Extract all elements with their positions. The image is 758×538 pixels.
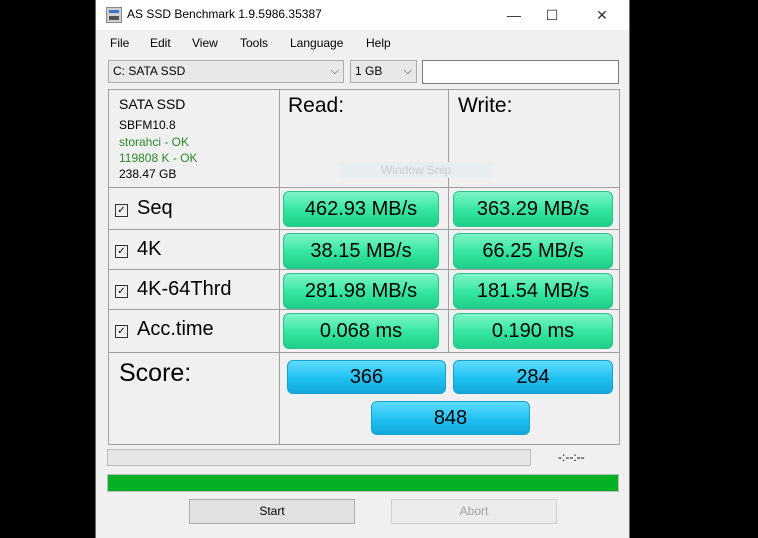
read-header: Read: bbox=[288, 94, 345, 117]
drive-select[interactable]: C: SATA SSD ⌵ bbox=[108, 60, 344, 83]
seq-checkbox[interactable]: ✓ bbox=[115, 204, 128, 217]
acc-checkbox[interactable]: ✓ bbox=[115, 325, 128, 338]
score-label: Score: bbox=[119, 359, 192, 387]
app-window: AS SSD Benchmark 1.9.5986.35387 — ☐ ✕ Fi… bbox=[95, 0, 630, 538]
seq-write-result: 363.29 MB/s bbox=[453, 191, 613, 227]
menu-edit[interactable]: Edit bbox=[150, 36, 171, 50]
elapsed-time: -:--:-- bbox=[558, 450, 585, 464]
app-drive-icon bbox=[106, 7, 122, 23]
test-progress-bar bbox=[107, 449, 531, 466]
row-acc-label-cell: ✓ Acc.time bbox=[109, 310, 280, 353]
4k64-label: 4K-64Thrd bbox=[137, 278, 232, 300]
menu-bar: File Edit View Tools Language Help bbox=[96, 33, 629, 53]
4k64-read-result: 281.98 MB/s bbox=[283, 273, 439, 309]
menu-tools[interactable]: Tools bbox=[240, 36, 268, 50]
acc-read-result: 0.068 ms bbox=[283, 313, 439, 349]
row-seq-label-cell: ✓ Seq bbox=[109, 188, 280, 230]
seq-checkbox-row[interactable]: ✓ Seq bbox=[115, 197, 173, 220]
chevron-down-icon: ⌵ bbox=[330, 65, 339, 77]
close-button[interactable]: ✕ bbox=[579, 0, 625, 30]
acc-label: Acc.time bbox=[137, 318, 214, 340]
4k-label: 4K bbox=[137, 238, 162, 260]
overall-progress-fill bbox=[108, 475, 618, 491]
drive-capacity: 238.47 GB bbox=[119, 167, 177, 181]
4k-read-result: 38.15 MB/s bbox=[283, 233, 439, 269]
row-4k-label-cell: ✓ 4K bbox=[109, 230, 280, 270]
acc-write-result: 0.190 ms bbox=[453, 313, 613, 349]
window-title: AS SSD Benchmark 1.9.5986.35387 bbox=[127, 7, 322, 21]
menu-file[interactable]: File bbox=[110, 36, 129, 50]
start-button[interactable]: Start bbox=[189, 499, 355, 524]
drive-select-value: C: SATA SSD bbox=[113, 64, 186, 78]
write-score: 284 bbox=[453, 360, 613, 394]
4k64-write-result: 181.54 MB/s bbox=[453, 273, 613, 309]
window-snip-overlay: Window Snip bbox=[339, 162, 493, 178]
driver-status: storahci - OK bbox=[119, 135, 190, 149]
score-label-cell: Score: bbox=[109, 353, 280, 444]
4k64-checkbox[interactable]: ✓ bbox=[115, 285, 128, 298]
text-field[interactable] bbox=[422, 60, 619, 84]
seq-label: Seq bbox=[137, 197, 173, 219]
abort-button[interactable]: Abort bbox=[391, 499, 557, 524]
4k-checkbox-row[interactable]: ✓ 4K bbox=[115, 238, 161, 261]
4k64-checkbox-row[interactable]: ✓ 4K-64Thrd bbox=[115, 278, 232, 301]
title-bar: AS SSD Benchmark 1.9.5986.35387 — ☐ ✕ bbox=[96, 0, 629, 30]
drive-name: SATA SSD bbox=[119, 96, 186, 112]
menu-view[interactable]: View bbox=[192, 36, 218, 50]
4k-checkbox[interactable]: ✓ bbox=[115, 245, 128, 258]
row-4k64-label-cell: ✓ 4K-64Thrd bbox=[109, 270, 280, 310]
4k-write-result: 66.25 MB/s bbox=[453, 233, 613, 269]
menu-language[interactable]: Language bbox=[290, 36, 343, 50]
size-select[interactable]: 1 GB ⌵ bbox=[350, 60, 417, 83]
acc-checkbox-row[interactable]: ✓ Acc.time bbox=[115, 318, 214, 341]
menu-help[interactable]: Help bbox=[366, 36, 391, 50]
maximize-button[interactable]: ☐ bbox=[529, 0, 575, 30]
drive-info-panel: SATA SSD SBFM10.8 storahci - OK 119808 K… bbox=[109, 90, 280, 188]
size-select-value: 1 GB bbox=[355, 64, 383, 78]
drive-firmware: SBFM10.8 bbox=[119, 118, 176, 132]
total-score: 848 bbox=[371, 401, 530, 435]
seq-read-result: 462.93 MB/s bbox=[283, 191, 439, 227]
overall-progress-bar bbox=[107, 474, 619, 492]
chevron-down-icon: ⌵ bbox=[403, 65, 412, 77]
write-header: Write: bbox=[458, 94, 513, 117]
read-score: 366 bbox=[287, 360, 446, 394]
alignment-status: 119808 K - OK bbox=[119, 151, 198, 165]
